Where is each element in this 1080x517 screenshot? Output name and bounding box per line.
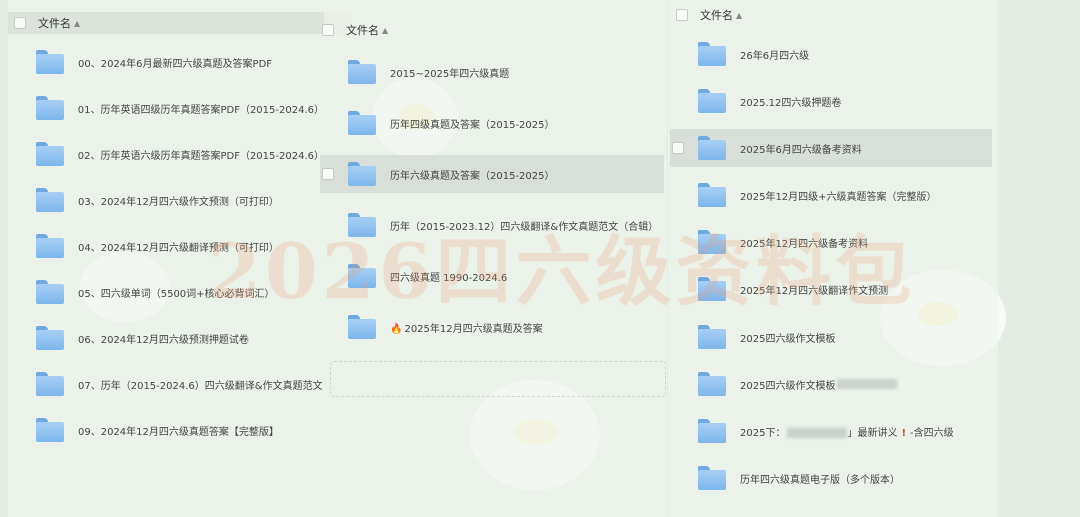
file-name[interactable]: 历年四级真题及答案（2015-2025） <box>390 116 555 131</box>
file-row[interactable]: 历年六级真题及答案（2015-2025） <box>320 155 664 193</box>
folder-icon <box>348 111 376 135</box>
folder-icon <box>348 213 376 237</box>
folder-icon <box>35 96 64 120</box>
file-name[interactable]: 2025年12月四六级翻译作文预测 <box>740 282 888 297</box>
file-row[interactable]: 2025年12月四级+六级真题答案（完整版） <box>670 176 992 214</box>
folder-icon <box>698 136 726 160</box>
folder-icon <box>35 142 64 166</box>
file-name[interactable]: 06、2024年12月四六级预测押题试卷 <box>78 331 249 346</box>
file-row[interactable]: 2025下： 」最新讲义! -含四六级 <box>670 412 992 450</box>
file-row[interactable]: 05、四六级单词（5500词+核心必背词汇） <box>8 273 324 311</box>
file-row[interactable]: 2015~2025年四六级真题 <box>320 53 664 91</box>
file-name[interactable]: 四六级真题 1990-2024.6 <box>390 269 507 284</box>
folder-icon <box>698 466 726 490</box>
file-row[interactable]: 2025四六级作文模板 <box>670 365 992 403</box>
folder-icon <box>36 326 64 350</box>
folder-icon <box>36 50 64 74</box>
folder-icon <box>348 60 376 84</box>
folder-icon <box>698 42 726 66</box>
file-name[interactable]: 2025四六级作文模板 <box>740 330 835 345</box>
file-name[interactable]: 03、2024年12月四六级作文预测（可打印） <box>78 193 279 208</box>
file-name[interactable]: 2025.12四六级押题卷 <box>740 94 841 109</box>
folder-icon <box>36 234 64 258</box>
row-checkbox[interactable] <box>322 168 334 180</box>
folder-icon <box>348 315 376 339</box>
file-list-header: 文件名 ▲ <box>8 12 352 34</box>
file-name[interactable]: 历年（2015-2023.12）四六级翻译&作文真题范文（合辑） <box>390 218 658 233</box>
select-all-checkbox[interactable] <box>676 9 688 21</box>
file-row[interactable]: 07、历年（2015-2024.6）四六级翻译&作文真题范文 <box>8 365 324 403</box>
folder-icon <box>698 230 726 254</box>
select-all-checkbox[interactable] <box>322 24 334 36</box>
drop-zone <box>330 361 666 397</box>
column-name-label[interactable]: 文件名 <box>700 7 733 23</box>
file-name[interactable]: 🔥 2025年12月四六级真题及答案 <box>390 320 543 335</box>
folder-icon <box>698 419 726 443</box>
file-row[interactable]: 🔥 2025年12月四六级真题及答案 <box>320 308 664 346</box>
file-row[interactable]: 26年6月四六级 <box>670 35 992 73</box>
folder-icon <box>36 372 64 396</box>
file-row[interactable]: 历年四级真题及答案（2015-2025） <box>320 104 664 142</box>
fire-icon: 🔥 <box>390 323 403 335</box>
file-row[interactable]: 历年四六级真题电子版（多个版本） <box>670 459 992 497</box>
exclamation-icon: ! <box>901 427 907 439</box>
file-name[interactable]: 07、历年（2015-2024.6）四六级翻译&作文真题范文 <box>78 377 323 392</box>
column-name-label[interactable]: 文件名 <box>38 15 71 31</box>
redacted-text <box>837 379 898 389</box>
file-name[interactable]: 02、历年英语六级历年真题答案PDF（2015-2024.6） <box>78 147 324 162</box>
file-row[interactable]: 2025.12四六级押题卷 <box>670 82 992 120</box>
folder-icon <box>698 277 726 301</box>
file-row[interactable]: 2025年6月四六级备考资料 <box>670 129 992 167</box>
sort-icon[interactable]: ▲ <box>74 19 80 28</box>
file-name[interactable]: 2025四六级作文模板 <box>740 377 835 392</box>
file-name[interactable]: 2025下： 」最新讲义! -含四六级 <box>740 424 954 439</box>
file-row[interactable]: 09、2024年12月四六级真题答案【完整版】 <box>8 411 324 449</box>
file-row[interactable]: 01、历年英语四级历年真题答案PDF（2015-2024.6） <box>8 89 324 127</box>
file-name[interactable]: 00、2024年6月最新四六级真题及答案PDF <box>78 55 272 70</box>
folder-icon <box>348 264 376 288</box>
file-name[interactable]: 05、四六级单词（5500词+核心必背词汇） <box>78 285 275 300</box>
folder-icon <box>36 280 64 304</box>
file-row[interactable]: 历年（2015-2023.12）四六级翻译&作文真题范文（合辑） <box>320 206 664 244</box>
file-name[interactable]: 2025年12月四六级备考资料 <box>740 235 868 250</box>
file-name[interactable]: 26年6月四六级 <box>740 47 809 62</box>
folder-icon <box>698 89 726 113</box>
file-row[interactable]: 2025四六级作文模板 <box>670 318 992 356</box>
folder-icon <box>698 183 726 207</box>
row-checkbox[interactable] <box>672 142 684 154</box>
file-name[interactable]: 01、历年英语四级历年真题答案PDF（2015-2024.6） <box>78 101 324 116</box>
file-name[interactable]: 04、2024年12月四六级翻译预测（可打印） <box>78 239 279 254</box>
file-list-header: 文件名 ▲ <box>676 4 742 26</box>
file-list-header: 文件名 ▲ <box>322 19 388 41</box>
folder-icon <box>36 418 64 442</box>
file-name[interactable]: 历年四六级真题电子版（多个版本） <box>740 471 900 486</box>
file-name[interactable]: 2025年6月四六级备考资料 <box>740 141 862 156</box>
file-row[interactable]: 03、2024年12月四六级作文预测（可打印） <box>8 181 324 219</box>
file-row[interactable]: 04、2024年12月四六级翻译预测（可打印） <box>8 227 324 265</box>
folder-icon <box>698 372 726 396</box>
file-name[interactable]: 历年六级真题及答案（2015-2025） <box>390 167 555 182</box>
file-row[interactable]: 2025年12月四六级翻译作文预测 <box>670 270 992 308</box>
column-name-label[interactable]: 文件名 <box>346 22 379 38</box>
file-row[interactable]: 2025年12月四六级备考资料 <box>670 223 992 261</box>
folder-icon <box>698 325 726 349</box>
file-row[interactable]: 00、2024年6月最新四六级真题及答案PDF <box>8 43 324 81</box>
file-row[interactable]: 02、历年英语六级历年真题答案PDF（2015-2024.6） <box>8 135 324 173</box>
file-row[interactable]: 06、2024年12月四六级预测押题试卷 <box>8 319 324 357</box>
sort-icon[interactable]: ▲ <box>736 11 742 20</box>
file-name[interactable]: 2015~2025年四六级真题 <box>390 65 509 80</box>
sort-icon[interactable]: ▲ <box>382 26 388 35</box>
folder-icon <box>36 188 64 212</box>
redacted-text <box>787 427 848 438</box>
folder-icon <box>348 162 376 186</box>
file-name[interactable]: 09、2024年12月四六级真题答案【完整版】 <box>78 423 279 438</box>
select-all-checkbox[interactable] <box>14 17 26 29</box>
file-name[interactable]: 2025年12月四级+六级真题答案（完整版） <box>740 188 937 203</box>
file-row[interactable]: 四六级真题 1990-2024.6 <box>320 257 664 295</box>
